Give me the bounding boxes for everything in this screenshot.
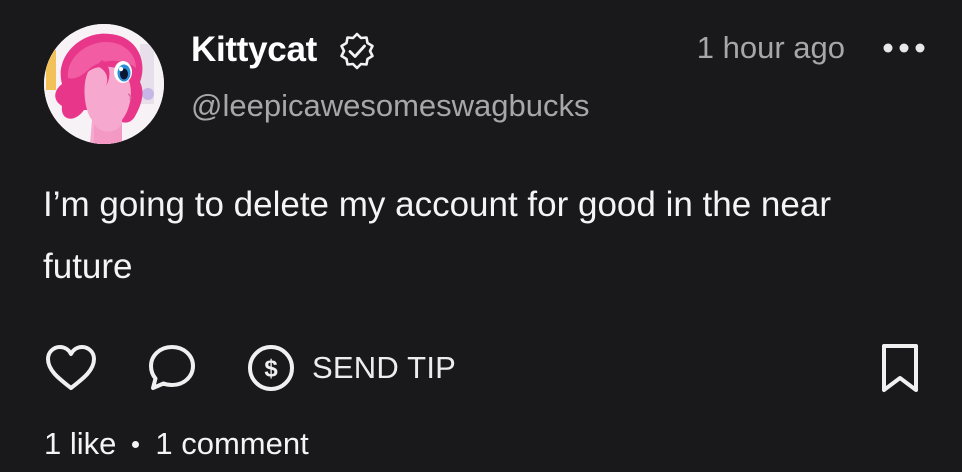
speech-bubble-icon xyxy=(149,345,195,390)
post-timestamp: 1 hour ago xyxy=(696,30,845,65)
bookmark-icon xyxy=(882,344,918,392)
more-dots-icon[interactable] xyxy=(881,36,927,60)
avatar[interactable] xyxy=(44,24,164,144)
author-display-name[interactable]: Kittycat xyxy=(191,30,317,70)
bookmark-button[interactable] xyxy=(876,340,924,396)
comment-button[interactable] xyxy=(145,341,199,395)
post-stats: 1 like 1 comment xyxy=(44,424,309,464)
author-handle[interactable]: @leepicawesomeswagbucks xyxy=(191,88,590,124)
comment-count[interactable]: 1 comment xyxy=(155,424,308,464)
dollar-coin-icon: $ xyxy=(248,345,294,391)
pink-pony-avatar xyxy=(44,24,164,144)
send-tip-button[interactable]: $ SEND TIP xyxy=(244,340,474,396)
post-body-text: I’m going to delete my account for good … xyxy=(43,185,831,286)
verified-badge-icon xyxy=(340,32,374,70)
like-button[interactable] xyxy=(44,343,98,393)
svg-text:$: $ xyxy=(264,356,278,383)
separator-dot xyxy=(132,440,140,448)
send-tip-label: SEND TIP xyxy=(312,350,457,385)
like-count[interactable]: 1 like xyxy=(44,424,116,464)
heart-icon xyxy=(46,345,96,390)
post-card: Kittycat @leepicawesomeswagbucks 1 hour … xyxy=(0,0,962,472)
